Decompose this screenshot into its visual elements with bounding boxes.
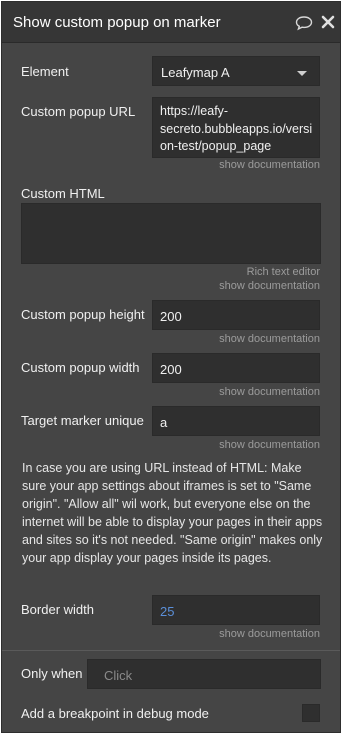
- action-properties-panel: Show custom popup on marker Element Leaf…: [1, 1, 341, 733]
- close-icon[interactable]: [321, 15, 335, 34]
- popup-height-label: Custom popup height: [21, 307, 145, 322]
- popup-width-input[interactable]: 200: [152, 353, 320, 383]
- border-width-docs-link[interactable]: show documentation: [219, 628, 320, 640]
- panel-header: Show custom popup on marker: [2, 2, 340, 43]
- target-marker-label: Target marker unique: [21, 413, 144, 428]
- custom-html-label: Custom HTML: [21, 186, 105, 201]
- section-divider: [2, 650, 340, 651]
- only-when-label: Only when: [21, 666, 83, 681]
- only-when-condition-input[interactable]: Click: [87, 659, 321, 689]
- custom-html-docs-link[interactable]: show documentation: [219, 280, 320, 292]
- iframe-settings-note: In case you are using URL instead of HTM…: [22, 461, 323, 565]
- popup-width-value: 200: [160, 362, 182, 377]
- custom-html-input[interactable]: [21, 203, 321, 264]
- popup-height-input[interactable]: 200: [152, 300, 320, 330]
- popup-url-line: https://leafy-: [160, 104, 229, 118]
- target-marker-input[interactable]: a: [152, 406, 320, 436]
- popup-url-line: secreto.bubbleapps.io/versi: [160, 121, 313, 136]
- border-width-label: Border width: [21, 602, 94, 617]
- chevron-down-icon: [297, 71, 307, 76]
- comment-icon[interactable]: [295, 15, 313, 36]
- target-marker-value: a: [160, 415, 168, 430]
- border-width-input[interactable]: 25: [152, 595, 320, 625]
- target-marker-docs-link[interactable]: show documentation: [219, 439, 320, 451]
- popup-url-docs-link[interactable]: show documentation: [219, 159, 320, 171]
- rich-text-editor-link[interactable]: Rich text editor: [247, 266, 320, 278]
- popup-url-label: Custom popup URL: [21, 104, 136, 119]
- popup-url-input[interactable]: https://leafy- secreto.bubbleapps.io/ver…: [152, 97, 320, 158]
- element-dropdown[interactable]: Leafymap A: [152, 56, 320, 86]
- popup-width-docs-link[interactable]: show documentation: [219, 386, 320, 398]
- popup-width-label: Custom popup width: [21, 360, 140, 375]
- breakpoint-checkbox[interactable]: [302, 704, 320, 722]
- breakpoint-label: Add a breakpoint in debug mode: [21, 706, 209, 721]
- only-when-placeholder: Click: [104, 668, 133, 683]
- element-label: Element: [21, 64, 69, 79]
- border-width-value: 25: [160, 604, 175, 619]
- element-dropdown-value: Leafymap A: [161, 65, 230, 80]
- popup-url-value: https://leafy- secreto.bubbleapps.io/ver…: [160, 103, 312, 156]
- popup-url-line: on-test/popup_page: [160, 139, 272, 153]
- popup-height-value: 200: [160, 309, 182, 324]
- panel-title: Show custom popup on marker: [13, 14, 221, 31]
- popup-height-docs-link[interactable]: show documentation: [219, 333, 320, 345]
